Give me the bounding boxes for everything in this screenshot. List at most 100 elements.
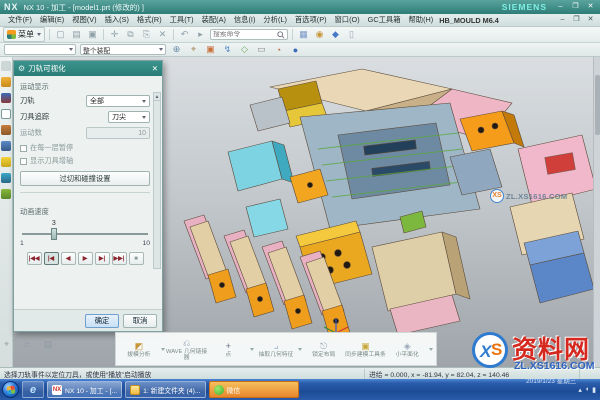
cancel-button[interactable]: 取消	[123, 314, 157, 328]
chevron-down-icon[interactable]	[429, 348, 433, 351]
system-materials-icon[interactable]	[1, 189, 11, 199]
constraint-navigator-icon[interactable]	[1, 93, 11, 103]
step-forward-button[interactable]: ▶|	[95, 252, 110, 265]
wave-geometry-linker-button[interactable]: ⎌ WAVE 几何链接器	[166, 334, 208, 364]
nx-task-button[interactable]: NX NX 10 - 加工 - [...	[47, 381, 122, 398]
snap-point-icon[interactable]: ⊕	[170, 44, 183, 56]
layer-icon[interactable]: ▤	[44, 339, 53, 350]
mdi-maximize-button[interactable]: ❐	[571, 15, 582, 25]
undo-icon[interactable]: ↶	[178, 29, 191, 41]
checkbox-icon[interactable]	[20, 145, 27, 152]
selection-scope-combo[interactable]: 整个装配	[80, 44, 166, 55]
menu-tools[interactable]: 工具(T)	[166, 15, 198, 25]
mdi-minimize-button[interactable]: –	[557, 15, 568, 25]
menu-insert[interactable]: 插入(S)	[101, 15, 133, 25]
graphics-area[interactable]: XS ZL.XS1616.COM ⚙ 刀轨可视化 ✕ ▲ 运动显示 刀轨 全部	[0, 57, 600, 367]
close-button[interactable]: ✕	[585, 2, 596, 12]
paste-icon[interactable]: ⎘	[140, 29, 153, 41]
measure-icon[interactable]: ⌖	[4, 339, 9, 350]
menu-window[interactable]: 窗口(O)	[331, 15, 364, 25]
vertex-select-icon[interactable]: ◇	[238, 44, 251, 56]
mdi-close-button[interactable]: ✕	[585, 15, 596, 25]
menu-view[interactable]: 视图(V)	[68, 15, 100, 25]
search-input[interactable]	[213, 31, 277, 38]
roles-icon[interactable]	[1, 61, 11, 71]
play-reverse-button[interactable]: ◀	[61, 252, 76, 265]
lock-layout-button[interactable]: ⎋ 锁定布局	[303, 334, 345, 364]
assembly-navigator-icon[interactable]	[1, 77, 11, 87]
move-icon[interactable]: ✛	[108, 29, 121, 41]
motion-count-field[interactable]: 10	[86, 127, 150, 139]
section-icon[interactable]: ▱	[23, 339, 30, 350]
dialog-close-icon[interactable]: ✕	[152, 64, 158, 73]
command-search[interactable]	[210, 29, 288, 40]
volume-icon[interactable]: ◖	[585, 386, 589, 393]
curve-select-icon[interactable]: ↯	[221, 44, 234, 56]
synchronous-modeling-button[interactable]: ▣ 同步建模工具条	[345, 334, 387, 364]
play-button[interactable]: ▶	[78, 252, 93, 265]
chevron-down-icon[interactable]	[161, 348, 165, 351]
history-icon[interactable]	[1, 173, 11, 183]
open-file-icon[interactable]: ▤	[70, 29, 83, 41]
folder-task-button[interactable]: 1: 新建文件夹 (4)...	[125, 381, 205, 398]
show-tool-axis-row[interactable]: 显示刀具增轴	[20, 156, 150, 166]
stop-button[interactable]: ■	[129, 252, 144, 265]
menu-assembly[interactable]: 装配(A)	[198, 15, 230, 25]
selection-filter-combo[interactable]	[4, 44, 76, 55]
menu-dropdown-button[interactable]: 菜单	[3, 27, 45, 42]
menu-edit[interactable]: 编辑(E)	[36, 15, 68, 25]
wcs-icon[interactable]: ◔	[272, 44, 285, 56]
facet-body-button[interactable]: ◈ 小平面化	[386, 334, 428, 364]
menu-file[interactable]: 文件(F)	[4, 15, 36, 25]
extract-geometry-button[interactable]: ⟓ 抽取几何特征	[255, 334, 297, 364]
pane-icon[interactable]: ▯	[345, 29, 358, 41]
copy-icon[interactable]: ⧉	[124, 29, 137, 41]
region-select-icon[interactable]: ▭	[255, 44, 268, 56]
go-to-start-button[interactable]: |◀◀	[27, 252, 42, 265]
hd3d-tools-icon[interactable]	[1, 141, 11, 151]
chat-task-button[interactable]: 微信	[209, 381, 299, 398]
highlight-icon[interactable]: ⌖	[187, 44, 200, 56]
point-button[interactable]: + 点	[207, 334, 249, 364]
menu-help[interactable]: 帮助(H)	[405, 15, 438, 25]
menu-preferences[interactable]: 首选项(P)	[291, 15, 331, 25]
minimize-button[interactable]: –	[555, 2, 566, 12]
menu-analysis[interactable]: 分析(L)	[259, 15, 291, 25]
toolpath-combo[interactable]: 全部	[86, 95, 150, 107]
pause-each-level-row[interactable]: 在每一层暂停	[20, 143, 150, 153]
menu-format[interactable]: 格式(R)	[133, 15, 166, 25]
ok-button[interactable]: 确定	[85, 314, 119, 328]
dialog-scrollbar[interactable]: ▲	[153, 92, 161, 269]
chevron-down-icon[interactable]	[250, 348, 254, 351]
isometric-cube-icon[interactable]: ◆	[329, 29, 342, 41]
save-icon[interactable]: ▣	[86, 29, 99, 41]
redo-icon[interactable]: ▸	[194, 29, 207, 41]
tool-tracking-combo[interactable]: 刀尖	[108, 111, 150, 123]
shaded-view-icon[interactable]: ◉	[313, 29, 326, 41]
slider-track[interactable]	[22, 233, 148, 235]
start-button[interactable]	[2, 381, 19, 398]
menu-info[interactable]: 信息(I)	[230, 15, 259, 25]
checkbox-icon[interactable]	[20, 158, 27, 165]
graphics-vertical-scrollbar[interactable]	[593, 57, 600, 367]
web-browser-icon[interactable]	[1, 157, 11, 167]
delete-icon[interactable]: ✕	[156, 29, 169, 41]
window-layout-icon[interactable]: ▦	[297, 29, 310, 41]
step-back-button[interactable]: |◀	[44, 252, 59, 265]
chevron-down-icon[interactable]	[298, 348, 302, 351]
go-to-end-button[interactable]: ▶▶|	[112, 252, 127, 265]
part-navigator-icon[interactable]	[1, 109, 11, 119]
slider-thumb[interactable]	[51, 228, 57, 240]
system-tray[interactable]: ▴ ◖ ▮	[578, 386, 598, 394]
gouge-collision-settings-button[interactable]: 过切和碰撞设置	[20, 171, 150, 186]
draft-analysis-button[interactable]: ◩ 拔模分析	[118, 334, 160, 364]
face-select-icon[interactable]: ▣	[204, 44, 217, 56]
new-file-icon[interactable]: ▢	[54, 29, 67, 41]
internet-explorer-button[interactable]: e	[22, 381, 44, 398]
menu-gc-toolbox[interactable]: GC工具箱	[364, 15, 405, 25]
reuse-library-icon[interactable]	[1, 125, 11, 135]
maximize-button[interactable]: ❐	[570, 2, 581, 12]
tray-arrow-icon[interactable]: ▴	[578, 386, 582, 394]
globe-icon[interactable]: ●	[289, 44, 302, 56]
network-icon[interactable]: ▮	[592, 386, 596, 394]
